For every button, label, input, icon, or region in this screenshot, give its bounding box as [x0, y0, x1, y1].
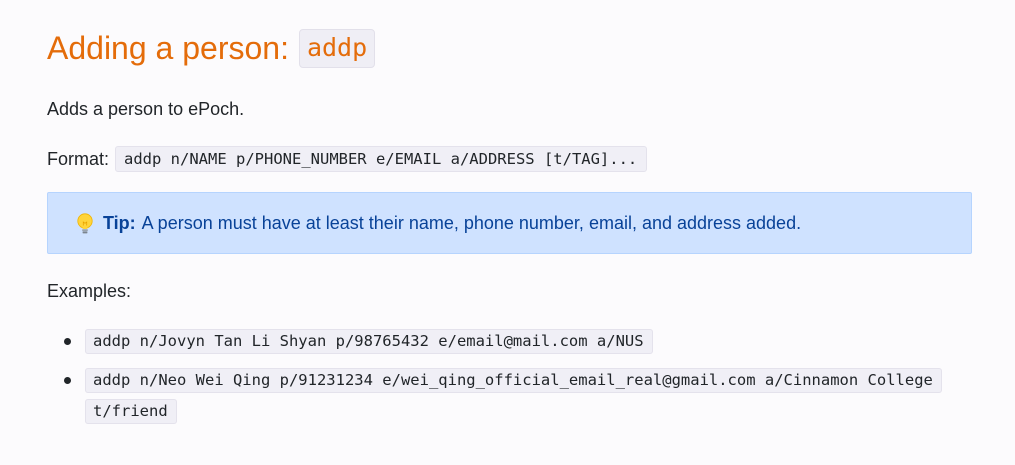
tip-text: A person must have at least their name, … — [141, 212, 802, 233]
command-description: Adds a person to ePoch. — [47, 99, 245, 119]
list-item: addp n/Neo Wei Qing p/91231234 e/wei_qin… — [47, 365, 947, 427]
examples-list: addp n/Jovyn Tan Li Shyan p/98765432 e/e… — [47, 326, 947, 435]
example-command: addp n/Jovyn Tan Li Shyan p/98765432 e/e… — [85, 329, 653, 354]
page-title-command: addp — [298, 29, 376, 68]
page-title: Adding a person: addp — [47, 29, 376, 68]
format-line: Format: addp n/NAME p/PHONE_NUMBER e/EMA… — [47, 146, 648, 172]
format-label: Format: — [47, 148, 110, 169]
lightbulb-icon — [76, 213, 94, 235]
bullet-icon — [64, 338, 71, 345]
example-command: addp n/Neo Wei Qing p/91231234 e/wei_qin… — [85, 368, 942, 424]
tip-label: Tip: — [103, 212, 136, 233]
examples-label: Examples: — [47, 281, 132, 301]
page-title-text: Adding a person: — [47, 30, 289, 66]
list-item: addp n/Jovyn Tan Li Shyan p/98765432 e/e… — [47, 326, 947, 357]
tip-box: Tip: A person must have at least their n… — [47, 192, 972, 254]
bullet-icon — [64, 377, 71, 384]
format-syntax: addp n/NAME p/PHONE_NUMBER e/EMAIL a/ADD… — [115, 146, 648, 172]
doc-page: Adding a person: addp Adds a person to e… — [0, 0, 1015, 465]
